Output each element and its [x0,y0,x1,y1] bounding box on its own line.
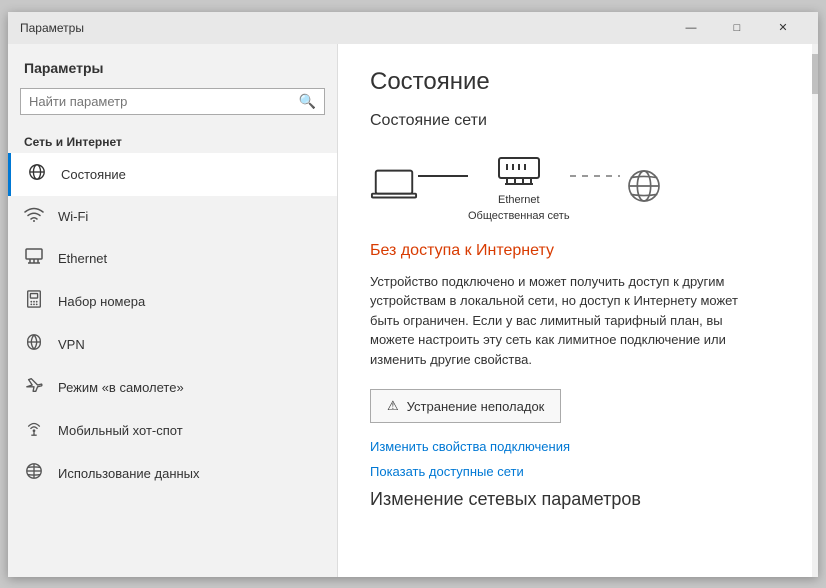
window-content: Параметры 🔍 Сеть и Интернет Состояние [8,44,818,577]
change-properties-link[interactable]: Изменить свойства подключения [370,439,786,454]
search-input[interactable] [29,94,299,109]
dialup-icon [24,290,44,313]
show-networks-link[interactable]: Показать доступные сети [370,464,786,479]
sidebar-title: Параметры [8,44,337,88]
sidebar-item-airplane-label: Режим «в самолете» [58,380,184,395]
main-content: Состояние Состояние сети [338,44,818,577]
no-internet-text: Без доступа к Интернету [370,242,786,260]
globe-icon-container [620,166,668,206]
sidebar-item-vpn-label: VPN [58,337,85,352]
close-button[interactable]: ✕ [760,12,806,44]
page-title: Состояние [370,68,786,96]
search-box[interactable]: 🔍 [20,88,325,115]
ethernet-label: Ethernet [498,194,540,206]
description-text: Устройство подключено и может получить д… [370,272,750,370]
sidebar-section-header: Сеть и Интернет [8,127,337,153]
sidebar-item-status[interactable]: Состояние [8,153,337,196]
vpn-icon [24,333,44,356]
minimize-button[interactable]: — [668,12,714,44]
sidebar-item-status-label: Состояние [61,167,126,182]
sidebar-item-vpn[interactable]: VPN [8,323,337,366]
scrollbar-thumb[interactable] [812,54,818,94]
line-dashed [570,175,620,177]
sidebar-item-dialup[interactable]: Набор номера [8,280,337,323]
change-section-title: Изменение сетевых параметров [370,489,786,510]
data-icon [24,462,44,485]
sidebar-item-hotspot-label: Мобильный хот-спот [58,423,183,438]
status-icon [27,163,47,186]
sidebar-item-dialup-label: Набор номера [58,294,145,309]
network-status-title: Состояние сети [370,112,786,130]
window-title: Параметры [20,21,668,35]
search-icon: 🔍 [299,93,316,110]
settings-window: Параметры — □ ✕ Параметры 🔍 Сеть и Интер… [8,12,818,577]
warning-icon: ⚠ [387,398,399,414]
ethernet-switch-container: Ethernet Общественная сеть [468,150,570,222]
scrollbar[interactable] [812,44,818,577]
ethernet-icon [24,247,44,270]
sidebar-item-wifi-label: Wi-Fi [58,209,88,224]
wifi-icon [24,206,44,227]
sidebar-item-data-label: Использование данных [58,466,200,481]
sidebar: Параметры 🔍 Сеть и Интернет Состояние [8,44,338,577]
line-solid [418,175,468,177]
hotspot-icon [24,419,44,442]
troubleshoot-label: Устранение неполадок [407,399,545,414]
troubleshoot-button[interactable]: ⚠ Устранение неполадок [370,389,561,423]
sidebar-item-wifi[interactable]: Wi-Fi [8,196,337,237]
sidebar-item-ethernet[interactable]: Ethernet [8,237,337,280]
sidebar-item-airplane[interactable]: Режим «в самолете» [8,366,337,409]
network-type-label: Общественная сеть [468,210,570,222]
title-bar: Параметры — □ ✕ [8,12,818,44]
maximize-button[interactable]: □ [714,12,760,44]
sidebar-item-data[interactable]: Использование данных [8,452,337,495]
sidebar-item-hotspot[interactable]: Мобильный хот-спот [8,409,337,452]
window-controls: — □ ✕ [668,12,806,44]
sidebar-item-ethernet-label: Ethernet [58,251,107,266]
network-diagram: Ethernet Общественная сеть [370,150,786,222]
airplane-icon [24,376,44,399]
laptop-icon-container [370,166,418,206]
